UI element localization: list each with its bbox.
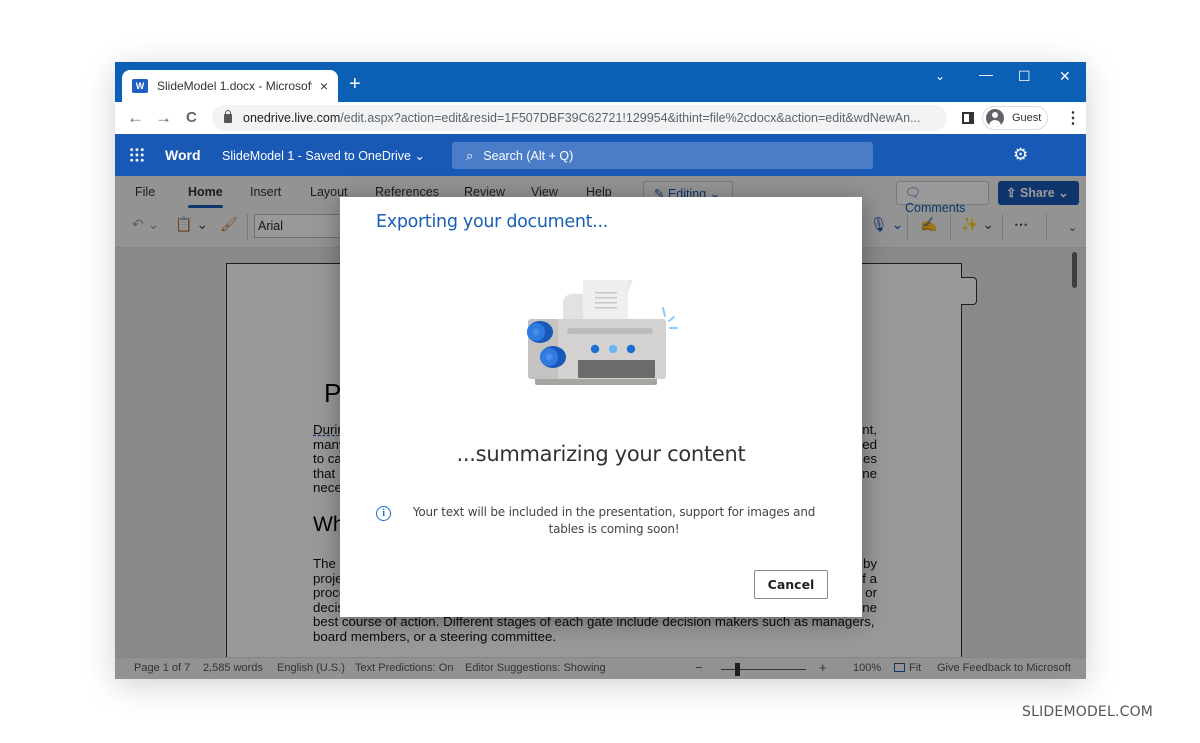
export-status: ...summarizing your content <box>456 442 746 466</box>
reload-button[interactable]: C <box>186 109 197 126</box>
profile-button[interactable]: Guest <box>982 106 1048 130</box>
paper-line <box>595 292 617 294</box>
settings-icon[interactable]: ⚙ <box>1013 145 1028 165</box>
close-window-button[interactable]: ✕ <box>1059 68 1071 85</box>
info-text: Your text will be included in the presen… <box>412 505 816 536</box>
minimize-button[interactable]: — <box>979 66 993 82</box>
info-message: i Your text will be included in the pres… <box>376 504 826 538</box>
forward-button[interactable]: → <box>155 108 172 128</box>
browser-tab[interactable]: W SlideModel 1.docx - Microsoft W × <box>122 70 338 102</box>
search-placeholder: Search (Alt + Q) <box>483 148 574 163</box>
printer-slot <box>567 328 653 334</box>
tab-title: SlideModel 1.docx - Microsoft W <box>157 79 312 93</box>
back-button[interactable]: ← <box>127 108 144 128</box>
url-input[interactable]: onedrive.live.com/edit.aspx?action=edit&… <box>212 105 947 131</box>
profile-label: Guest <box>1012 112 1042 124</box>
printer-display <box>578 360 655 378</box>
export-dialog: Exporting your document... ...summarizin… <box>340 197 862 617</box>
spark-line <box>668 316 675 322</box>
word-header: Word SlideModel 1 - Saved to OneDrive ⌄ … <box>115 134 1086 176</box>
side-panel-icon[interactable] <box>962 112 974 124</box>
cancel-button[interactable]: Cancel <box>754 570 828 599</box>
url-path: /edit.aspx?action=edit&resid=1F507DBF39C… <box>340 111 921 125</box>
search-icon: ⌕ <box>466 147 474 163</box>
browser-window: W SlideModel 1.docx - Microsoft W × + ⌄ … <box>115 62 1086 679</box>
paper-line <box>595 302 617 304</box>
document-title[interactable]: SlideModel 1 - Saved to OneDrive ⌄ <box>222 148 425 163</box>
address-bar-row: ← → C onedrive.live.com/edit.aspx?action… <box>115 102 1086 134</box>
avatar-icon <box>986 109 1004 127</box>
search-input[interactable]: ⌕ Search (Alt + Q) <box>452 142 873 169</box>
word-icon: W <box>132 79 148 93</box>
spark-line <box>662 307 666 317</box>
app-name[interactable]: Word <box>165 147 201 163</box>
maximize-button[interactable]: ☐ <box>1018 68 1031 85</box>
browser-menu-icon[interactable]: ⋮ <box>1065 108 1081 128</box>
app-launcher-icon[interactable] <box>129 147 145 163</box>
paper-line <box>595 307 617 309</box>
printer-illustration <box>527 280 678 385</box>
printer-light <box>590 344 600 354</box>
watermark: SLIDEMODEL.COM <box>1022 704 1154 720</box>
new-tab-button[interactable]: + <box>349 74 361 94</box>
dialog-title: Exporting your document... <box>376 212 609 232</box>
lock-icon <box>224 109 232 123</box>
printer-light <box>626 344 636 354</box>
paper-line <box>595 297 617 299</box>
tab-close-icon[interactable]: × <box>320 78 328 94</box>
info-icon: i <box>376 506 391 521</box>
tab-search-dropdown-icon[interactable]: ⌄ <box>935 69 945 83</box>
printer-light <box>608 344 618 354</box>
url-domain: onedrive.live.com <box>243 111 341 125</box>
tab-strip: W SlideModel 1.docx - Microsoft W × + ⌄ … <box>115 62 1086 102</box>
